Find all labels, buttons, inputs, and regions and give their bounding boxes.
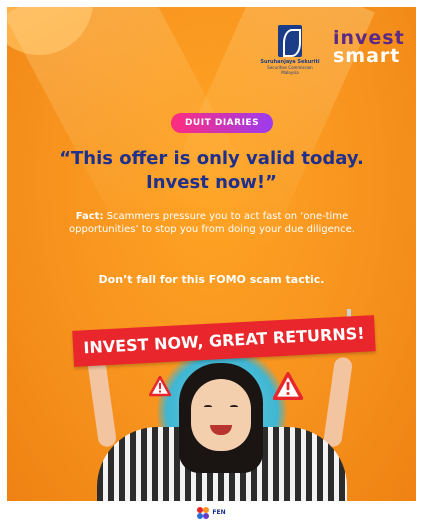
sc-emblem-icon bbox=[278, 25, 302, 57]
warning-icon bbox=[273, 372, 303, 400]
investsmart-logo: invest smart bbox=[333, 29, 413, 67]
left-arm bbox=[86, 356, 118, 448]
left-eye bbox=[204, 405, 212, 408]
poster: Suruhanjaya Sekuriti Securities Commissi… bbox=[7, 7, 416, 501]
face bbox=[191, 379, 251, 451]
right-eye bbox=[230, 405, 238, 408]
tactic-warning: Don’t fall for this FOMO scam tactic. bbox=[98, 273, 325, 286]
fact-lead: Fact: bbox=[75, 211, 104, 222]
fact-body: Scammers pressure you to act fast on ‘on… bbox=[69, 211, 355, 235]
fen-logo-icon bbox=[197, 506, 210, 519]
fen-logo: FEN bbox=[197, 506, 226, 519]
investsmart-line2: smart bbox=[333, 45, 401, 67]
fen-text: FEN bbox=[212, 509, 226, 516]
sc-sub-2: Malaysia bbox=[281, 70, 299, 75]
headline: “This offer is only valid today. Invest … bbox=[17, 147, 406, 195]
series-badge: DUIT DIARIES bbox=[171, 113, 273, 133]
securities-commission-logo: Suruhanjaya Sekuriti Securities Commissi… bbox=[259, 25, 321, 75]
footer: FEN bbox=[0, 501, 423, 524]
right-arm bbox=[322, 356, 354, 448]
fact-paragraph: Fact: Scammers pressure you to act fast … bbox=[43, 210, 381, 236]
headline-line1: “This offer is only valid today. bbox=[59, 148, 364, 169]
headline-line2: Invest now!” bbox=[146, 172, 277, 193]
warning-icon bbox=[149, 375, 171, 397]
